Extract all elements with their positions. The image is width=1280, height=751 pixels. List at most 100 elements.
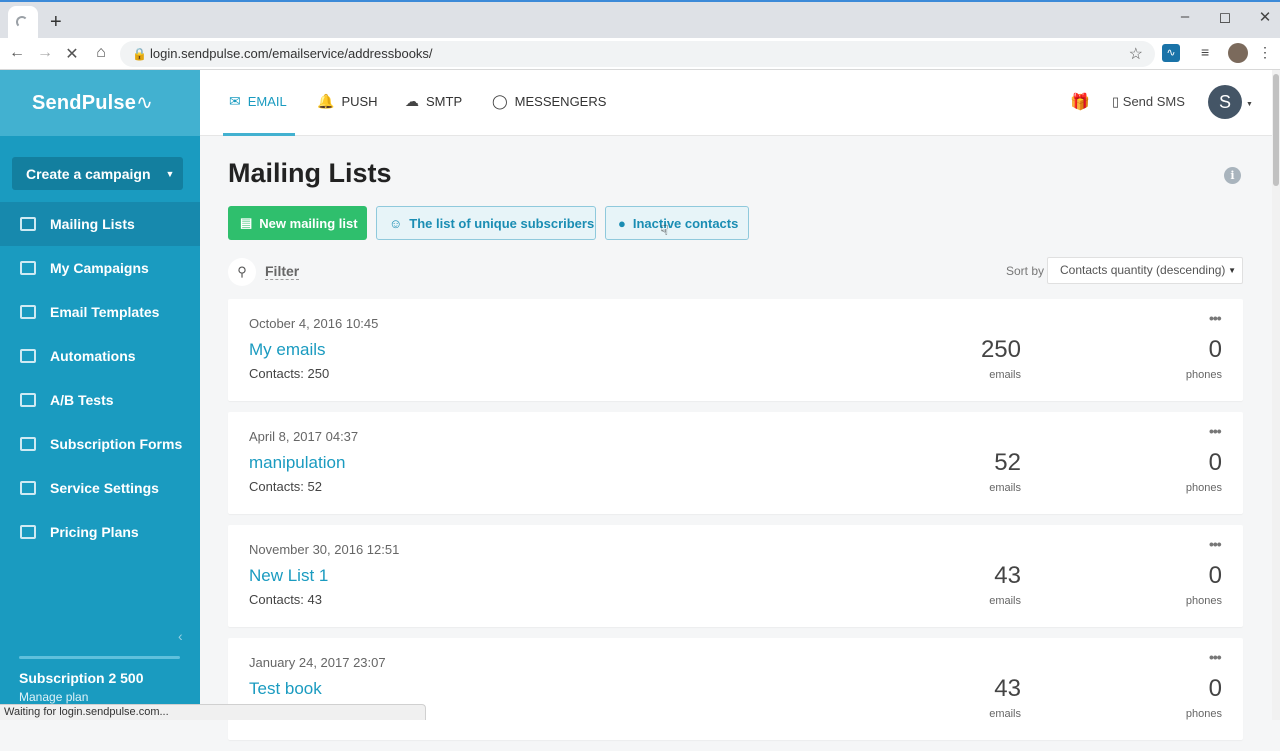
bell-icon: 🔔 xyxy=(317,93,335,109)
sidebar-item-email-templates[interactable]: Email Templates xyxy=(0,290,200,334)
emails-count: 43 xyxy=(994,675,1021,702)
sidebar-item-label: My Campaigns xyxy=(50,260,149,276)
sidebar-item-automations[interactable]: Automations xyxy=(0,334,200,378)
more-options-icon[interactable]: ••• xyxy=(1209,536,1222,552)
filter-toggle[interactable]: Filter xyxy=(265,263,300,280)
sort-select[interactable]: Contacts quantity (descending) ▼ xyxy=(1047,257,1243,284)
info-icon[interactable]: i xyxy=(1224,167,1241,184)
page-title: Mailing Lists xyxy=(228,158,392,188)
reading-list-icon[interactable]: ≡ xyxy=(1201,44,1219,62)
new-mailing-list-label: New mailing list xyxy=(259,215,358,231)
collapse-sidebar-icon[interactable]: ‹ xyxy=(178,628,183,644)
tab-messengers[interactable]: ◯ MESSENGERS xyxy=(492,93,606,110)
list-contacts: Contacts: 43 xyxy=(249,592,322,607)
maximize-icon[interactable]: ◻ xyxy=(1210,8,1240,26)
sidebar-item-subscription-forms[interactable]: Subscription Forms xyxy=(0,422,200,466)
sidebar-item-ab-tests[interactable]: A/B Tests xyxy=(0,378,200,422)
sidebar-item-label: Subscription Forms xyxy=(50,436,183,452)
phones-count: 0 xyxy=(1208,449,1222,476)
caret-down-icon: ▼ xyxy=(1228,266,1236,275)
browser-status-bar: Waiting for login.sendpulse.com... xyxy=(0,704,426,720)
manage-plan-link[interactable]: Manage plan xyxy=(19,690,88,704)
sendpulse-logo[interactable]: SendPulse∿ xyxy=(32,90,153,115)
mailing-list-card[interactable]: October 4, 2016 10:45 My emails Contacts… xyxy=(228,299,1243,401)
close-window-icon[interactable]: ✕ xyxy=(1250,8,1280,26)
phones-label: phones xyxy=(1185,708,1222,720)
sort-select-value: Contacts quantity (descending) xyxy=(1060,263,1226,277)
more-options-icon[interactable]: ••• xyxy=(1209,649,1222,665)
mailing-list-cards: October 4, 2016 10:45 My emails Contacts… xyxy=(228,299,1243,751)
stop-loading-icon[interactable]: ✕ xyxy=(62,44,82,64)
emails-label: emails xyxy=(989,595,1021,607)
tab-push[interactable]: 🔔 PUSH xyxy=(317,93,378,110)
create-campaign-label: Create a campaign xyxy=(26,165,151,182)
phones-count: 0 xyxy=(1208,675,1222,702)
phones-count: 0 xyxy=(1208,336,1222,363)
sidebar-item-my-campaigns[interactable]: My Campaigns xyxy=(0,246,200,290)
logo-text: SendPulse xyxy=(32,92,137,114)
mailing-list-card[interactable]: January 24, 2017 23:07 Test book ••• 43 … xyxy=(228,638,1243,740)
sidebar-item-service-settings[interactable]: Service Settings xyxy=(0,466,200,510)
subscription-title: Subscription 2 500 xyxy=(19,670,144,686)
minimize-icon[interactable]: – xyxy=(1170,8,1200,25)
phones-label: phones xyxy=(1185,595,1222,607)
envelope-icon: ✉ xyxy=(229,93,241,109)
search-icon[interactable]: ⚲ xyxy=(228,258,256,286)
sidebar-item-label: A/B Tests xyxy=(50,392,114,408)
browser-tabbar: + – ◻ ✕ xyxy=(0,0,1280,40)
profile-avatar-icon[interactable] xyxy=(1228,43,1248,63)
new-mailing-list-button[interactable]: ▤ New mailing list xyxy=(228,206,367,240)
tab-email[interactable]: ✉ EMAIL xyxy=(229,93,287,110)
emails-label: emails xyxy=(989,708,1021,720)
forward-icon[interactable]: → xyxy=(35,44,55,62)
send-sms-button[interactable]: ▯ Send SMS xyxy=(1112,94,1185,110)
unique-subscribers-button[interactable]: ☺ The list of unique subscribers xyxy=(376,206,596,240)
cloud-icon: ☁ xyxy=(405,93,419,109)
chevron-down-icon[interactable]: ▼ xyxy=(1246,101,1253,108)
browser-toolbar: ← → ✕ ⌂ 🔒 login.sendpulse.com/emailservi… xyxy=(0,38,1280,70)
back-icon[interactable]: ← xyxy=(7,44,27,62)
list-name-link[interactable]: My emails xyxy=(249,340,326,360)
list-name-link[interactable]: Test book xyxy=(249,679,322,699)
inactive-contacts-button[interactable]: ● Inactive contacts xyxy=(605,206,749,240)
tab-label: PUSH xyxy=(341,94,378,109)
tab-label: MESSENGERS xyxy=(514,94,607,109)
caret-down-icon[interactable]: ▼ xyxy=(157,169,183,179)
tab-smtp[interactable]: ☁ SMTP xyxy=(405,93,462,110)
form-icon xyxy=(20,437,36,451)
home-icon[interactable]: ⌂ xyxy=(91,44,111,62)
mailing-list-card[interactable]: November 30, 2016 12:51 New List 1 Conta… xyxy=(228,525,1243,627)
more-options-icon[interactable]: ••• xyxy=(1209,310,1222,326)
address-bar[interactable]: 🔒 login.sendpulse.com/emailservice/addre… xyxy=(120,41,1155,67)
extension-pulse-icon[interactable]: ∿ xyxy=(1162,44,1180,62)
bookmark-star-icon[interactable]: ☆ xyxy=(1129,44,1143,64)
inactive-contacts-label: Inactive contacts xyxy=(632,215,739,231)
more-options-icon[interactable]: ••• xyxy=(1209,423,1222,439)
campaign-icon xyxy=(20,261,36,275)
sidebar-item-pricing-plans[interactable]: Pricing Plans xyxy=(0,510,200,554)
list-name-link[interactable]: New List 1 xyxy=(249,566,328,586)
chat-icon: ◯ xyxy=(492,93,508,109)
users-icon: ☺ xyxy=(389,215,403,231)
list-date: November 30, 2016 12:51 xyxy=(249,542,400,557)
emails-count: 52 xyxy=(994,449,1021,476)
url-text[interactable]: login.sendpulse.com/emailservice/address… xyxy=(150,46,433,61)
scrollbar-thumb[interactable] xyxy=(1273,74,1279,186)
browser-tab[interactable] xyxy=(8,6,38,40)
mailing-list-card[interactable]: April 8, 2017 04:37 manipulation Contact… xyxy=(228,412,1243,514)
create-campaign-button[interactable]: Create a campaign ▼ xyxy=(12,157,183,190)
list-date: April 8, 2017 04:37 xyxy=(249,429,359,444)
user-avatar[interactable]: S xyxy=(1208,85,1242,119)
gift-icon[interactable]: 🎁 xyxy=(1070,92,1090,112)
list-name-link[interactable]: manipulation xyxy=(249,453,345,473)
ab-test-icon xyxy=(20,393,36,407)
emails-label: emails xyxy=(989,369,1021,381)
browser-menu-icon[interactable]: ⋮ xyxy=(1258,44,1276,62)
automation-icon xyxy=(20,349,36,363)
loading-spinner-icon xyxy=(16,16,28,28)
sidebar-item-label: Pricing Plans xyxy=(50,524,139,540)
sidebar-item-mailing-lists[interactable]: Mailing Lists xyxy=(0,202,200,246)
new-tab-icon[interactable]: + xyxy=(50,12,62,32)
page-scrollbar[interactable] xyxy=(1272,70,1280,720)
phones-label: phones xyxy=(1185,369,1222,381)
